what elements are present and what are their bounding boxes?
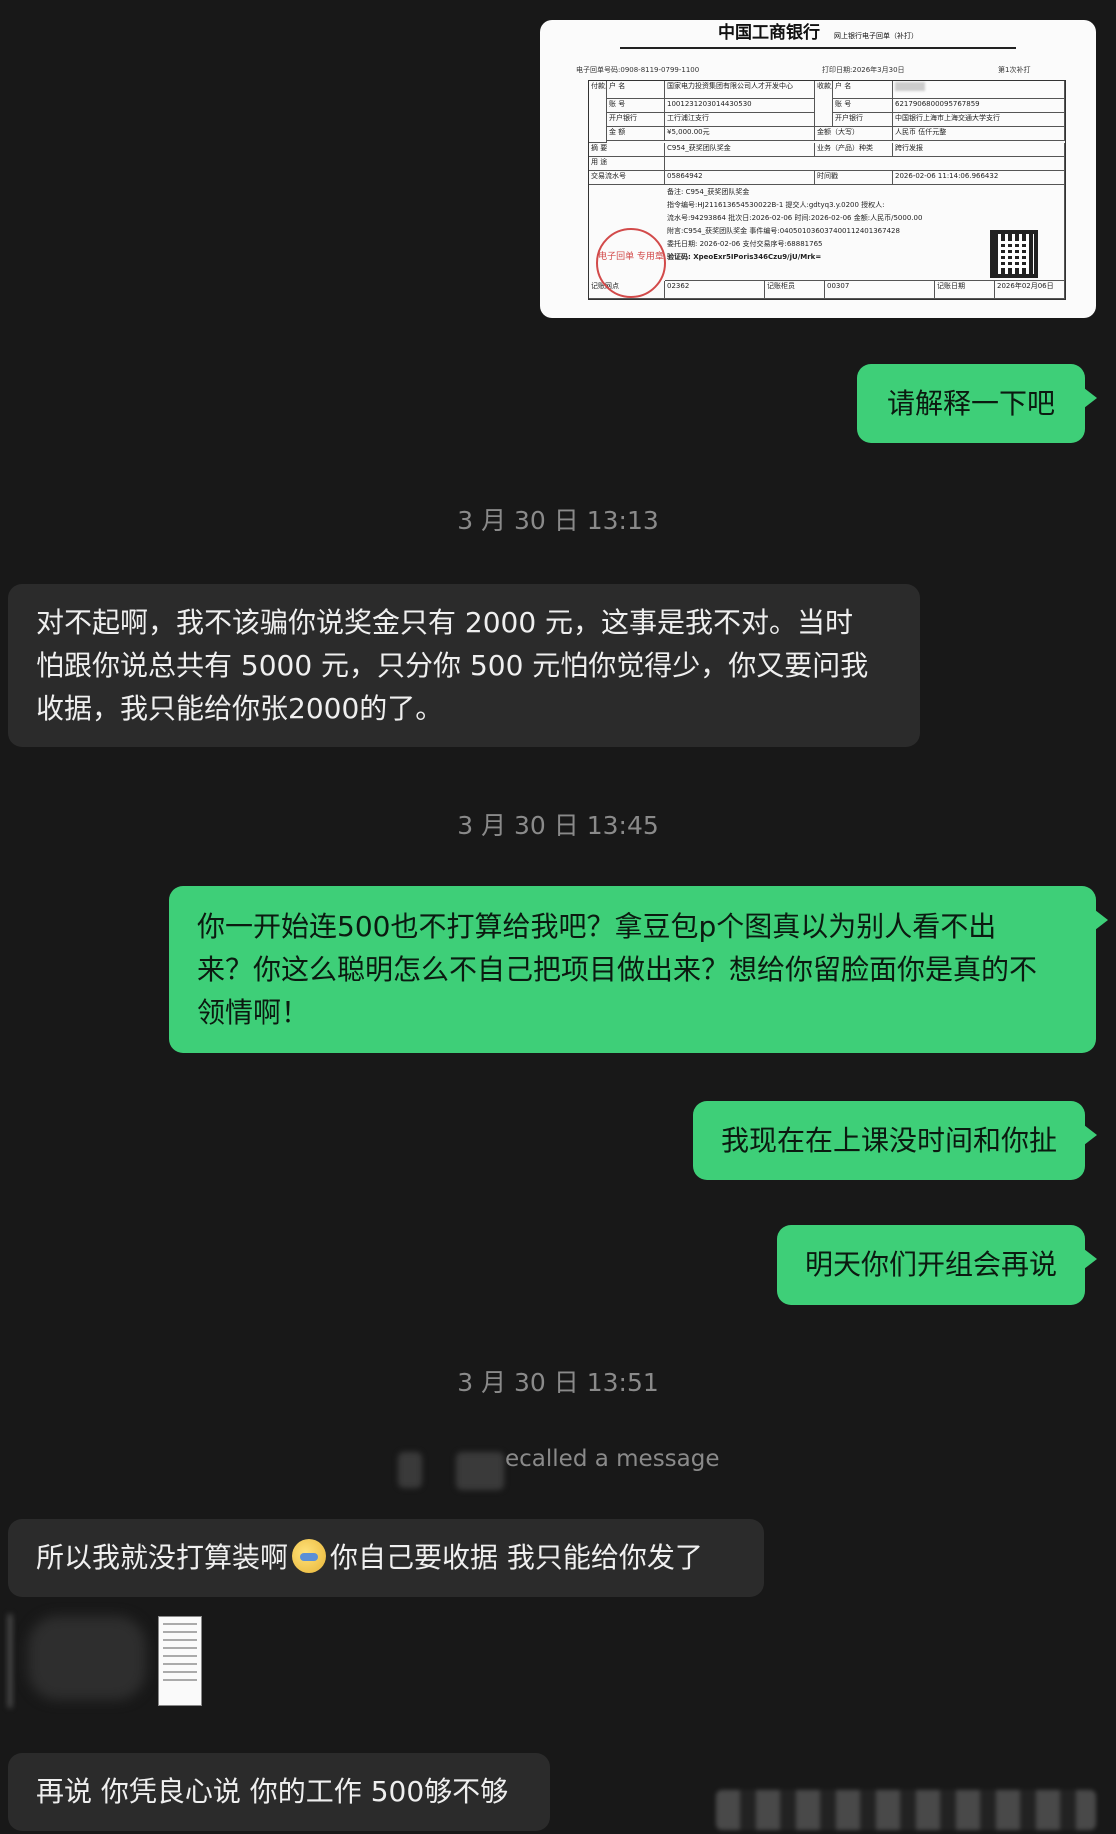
timestamp-divider: 3 月 30 日 13:51 <box>457 1368 659 1397</box>
timestamp-divider: 3 月 30 日 13:13 <box>457 506 659 535</box>
teller: 00307 <box>825 281 935 299</box>
receipt-image[interactable]: 中国工商银行 网上银行电子回单（补打） 电子回单号码:0908-8119-0799… <box>540 20 1096 318</box>
serial-label: 交易流水号 <box>589 171 665 185</box>
message-text: 明天你们开组会再说 <box>804 1248 1057 1281</box>
outgoing-message[interactable]: 我现在在上课没时间和你扯 <box>692 1101 1098 1180</box>
payer-name-label: 户 名 <box>607 81 665 99</box>
purpose-label: 用 途 <box>589 157 665 171</box>
payee-bank: 中国银行上海市上海交通大学支行 <box>893 113 1065 127</box>
message-text: 我现在在上课没时间和你扯 <box>720 1124 1057 1157</box>
amount-upper-label: 金额（大写） <box>815 127 893 141</box>
document-thumbnail[interactable] <box>158 1616 202 1706</box>
attachment-bar <box>8 1614 12 1708</box>
payee-name-blurred <box>893 81 1065 99</box>
message-line: 你一开始连500也不打算给我吧？拿豆包p个图真以为别人看不出 <box>197 910 997 943</box>
payee-bank-label: 开户银行 <box>833 113 893 127</box>
redacted-watermark <box>716 1790 1096 1830</box>
incoming-message[interactable]: 对不起啊，我不该骗你说奖金只有 2000 元，这事是我不对。当时 怕跟你说总共有… <box>8 584 920 747</box>
time-label: 时间戳 <box>815 171 893 185</box>
outgoing-message[interactable]: 明天你们开组会再说 <box>776 1225 1098 1305</box>
receipt-number: 电子回单号码:0908-8119-0799-1100 <box>576 66 700 74</box>
record-date: 2026年02月06日 <box>995 281 1065 299</box>
payee-side-label: 收款人 <box>815 81 833 127</box>
payer-side-label: 付款人 <box>589 81 607 143</box>
message-text: 你自己要收据 我只能给你发了 <box>330 1541 703 1574</box>
receipt-print-date: 打印日期:2026年3月30日 <box>822 66 905 74</box>
serial: 05864942 <box>665 171 815 185</box>
message-line: 对不起啊，我不该骗你说奖金只有 2000 元，这事是我不对。当时 <box>36 606 854 639</box>
incoming-message[interactable]: 所以我就没打算装啊 你自己要收据 我只能给你发了 <box>8 1519 764 1597</box>
payer-account: 1001231203014430530 <box>665 99 815 113</box>
redacted-attachment <box>28 1616 146 1700</box>
amount-label: 金 额 <box>607 127 665 141</box>
message-line: 来？你这么聪明怎么不自己把项目做出来？想给你留脸面你是真的不 <box>197 953 1038 986</box>
outgoing-message[interactable]: 请解释一下吧 <box>856 364 1098 443</box>
recalled-notice: ecalled a message <box>505 1446 720 1472</box>
message-text: 请解释一下吧 <box>886 387 1055 420</box>
payee-name-label: 户 名 <box>833 81 893 99</box>
receipt-title: 中国工商银行 网上银行电子回单（补打） <box>718 23 918 43</box>
summary: C954_获奖团队奖金 <box>665 143 815 157</box>
record-date-label: 记账日期 <box>935 281 995 299</box>
message-line: 收据，我只能给你张2000的了。 <box>36 692 444 725</box>
payer-bank-label: 开户银行 <box>607 113 665 127</box>
amount: ¥5,000.00元 <box>665 127 815 141</box>
record-site: 02362 <box>665 281 765 299</box>
receipt-divider <box>620 47 1016 49</box>
teller-label: 记账柜员 <box>765 281 825 299</box>
redacted-name <box>456 1452 504 1490</box>
payer-bank: 工行浦江支行 <box>665 113 815 127</box>
payee-account: 6217906800095767859 <box>893 99 1065 113</box>
emoji-icon <box>292 1539 327 1573</box>
incoming-message[interactable]: 再说 你凭良心说 你的工作 500够不够 <box>8 1753 550 1831</box>
payer-name: 国家电力投资集团有限公司人才开发中心 <box>665 81 815 99</box>
redacted-name <box>398 1452 422 1488</box>
message-line: 怕跟你说总共有 5000 元，只分你 500 元怕你觉得少，你又要问我 <box>36 649 869 682</box>
timestamp: 2026-02-06 11:14:06.966432 <box>893 171 1065 185</box>
receipt-print-count: 第1次补打 <box>998 66 1031 74</box>
summary-label: 摘 要 <box>589 143 665 157</box>
amount-upper: 人民币 伍仟元整 <box>893 127 1065 141</box>
payee-account-label: 账 号 <box>833 99 893 113</box>
purpose <box>665 157 1065 171</box>
business: 跨行发报 <box>893 143 1065 157</box>
bank-seal-stamp: 电子回单 专用章 <box>596 228 666 298</box>
payer-account-label: 账 号 <box>607 99 665 113</box>
business-label: 业务（产品）种类 <box>815 143 893 157</box>
message-text: 所以我就没打算装啊 <box>36 1541 289 1574</box>
outgoing-message[interactable]: 你一开始连500也不打算给我吧？拿豆包p个图真以为别人看不出 来？你这么聪明怎么… <box>169 886 1108 1053</box>
message-line: 领情啊！ <box>197 996 310 1029</box>
timestamp-divider: 3 月 30 日 13:45 <box>457 811 659 840</box>
message-text: 再说 你凭良心说 你的工作 500够不够 <box>36 1775 509 1808</box>
qr-code-icon <box>990 230 1038 278</box>
